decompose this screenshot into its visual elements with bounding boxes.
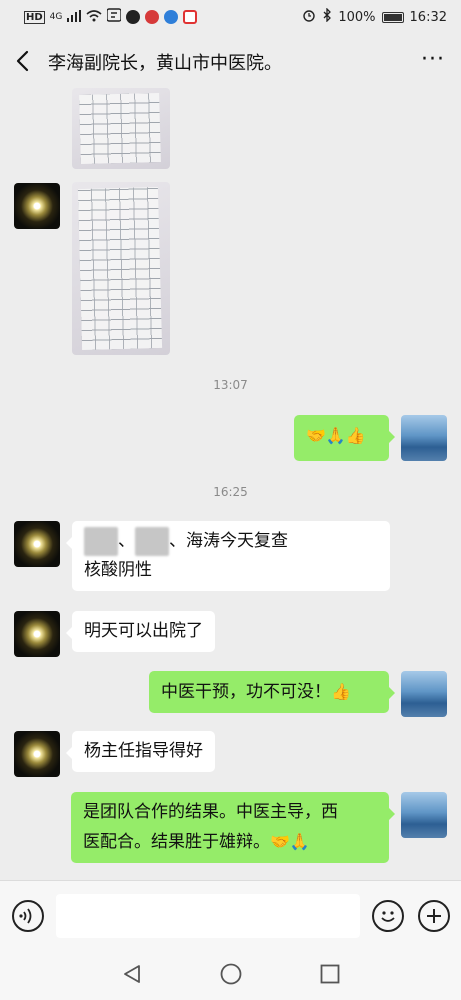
message-line: 是团队合作的结果。中医主导，西	[83, 802, 338, 822]
message-bubble-sent[interactable]: 是团队合作的结果。中医主导，西 医配合。结果胜于雄辩。🤝🙏	[71, 792, 395, 863]
emoji-icon[interactable]	[372, 900, 404, 932]
separator: 、	[118, 531, 135, 551]
square-recent-icon[interactable]	[318, 962, 342, 986]
message-bubble-received[interactable]: 春霞、文俊、海涛今天复查 核酸阴性	[66, 521, 390, 591]
bluetooth-icon	[322, 7, 332, 26]
timestamp: 13:07	[213, 378, 248, 392]
avatar[interactable]	[14, 183, 60, 229]
message-line: 医配合。结果胜于雄辩。🤝🙏	[83, 827, 377, 857]
separator: 、	[169, 531, 186, 551]
app-icon-chat	[126, 10, 141, 24]
message-bubble-sent[interactable]: 中医干预，功不可没！👍	[149, 671, 395, 713]
hd-icon: HD	[24, 10, 45, 24]
timestamp: 16:25	[213, 485, 248, 499]
handshake-pray-emoji: 🤝🙏	[270, 832, 310, 851]
message-bubble-sent[interactable]: 🤝🙏👍	[294, 415, 395, 461]
chat-title: 李海副院长，黄山市中医院。	[48, 53, 282, 74]
document-photo-2[interactable]	[72, 182, 170, 355]
more-options-icon[interactable]: ···	[421, 49, 445, 71]
document-sheet	[77, 186, 163, 351]
signal-icon	[67, 9, 82, 25]
redacted-name: 文俊	[135, 527, 169, 556]
plus-icon[interactable]	[418, 900, 450, 932]
back-arrow-icon[interactable]	[12, 48, 36, 74]
message-text: 医配合。结果胜于雄辩。	[83, 832, 270, 852]
message-text: 海涛今天复查	[186, 531, 288, 551]
message-bubble-received[interactable]: 杨主任指导得好	[66, 731, 215, 772]
document-sheet	[79, 92, 161, 165]
status-left: HD 4G	[24, 8, 198, 26]
clock: 16:32	[409, 9, 447, 25]
status-right: 100% 16:32	[302, 7, 447, 26]
redacted-name: 春霞	[84, 527, 118, 556]
status-bar: HD 4G 100% 16:32	[0, 0, 461, 34]
battery-icon	[381, 11, 404, 23]
avatar[interactable]	[14, 611, 60, 657]
app-icon-blue	[164, 10, 179, 24]
system-nav-bar	[0, 950, 461, 1000]
message-text: 中医干预，功不可没！	[161, 682, 331, 702]
app-icon-square-red	[183, 10, 198, 24]
avatar[interactable]	[14, 731, 60, 777]
app-icon-red	[145, 10, 160, 24]
avatar[interactable]	[14, 521, 60, 567]
thumbsup-emoji: 👍	[331, 682, 351, 701]
app-icon-listen	[106, 8, 123, 26]
message-bubble-received[interactable]: 明天可以出院了	[66, 611, 215, 652]
document-photo-1[interactable]	[72, 88, 170, 169]
handshake-pray-thumbsup-emoji: 🤝🙏👍	[306, 426, 366, 445]
avatar[interactable]	[401, 415, 447, 461]
message-line: 春霞、文俊、海涛今天复查	[84, 527, 378, 556]
wifi-icon	[86, 9, 102, 25]
chat-area[interactable]: 13:07 🤝🙏👍 16:25 春霞、文俊、海涛今天复查 核酸阴性 明天可以出院…	[0, 88, 461, 880]
avatar[interactable]	[401, 671, 447, 717]
network-4g-label: 4G	[49, 12, 63, 22]
input-bar	[0, 880, 461, 950]
chat-header: 李海副院长，黄山市中医院。 ···	[0, 34, 461, 88]
triangle-back-icon[interactable]	[120, 962, 144, 986]
message-line: 核酸阴性	[84, 560, 152, 580]
alarm-icon	[302, 8, 316, 26]
battery-percent: 100%	[338, 9, 376, 25]
message-input[interactable]	[56, 894, 360, 938]
voice-icon[interactable]	[12, 900, 44, 932]
circle-home-icon[interactable]	[219, 962, 243, 986]
avatar[interactable]	[401, 792, 447, 838]
